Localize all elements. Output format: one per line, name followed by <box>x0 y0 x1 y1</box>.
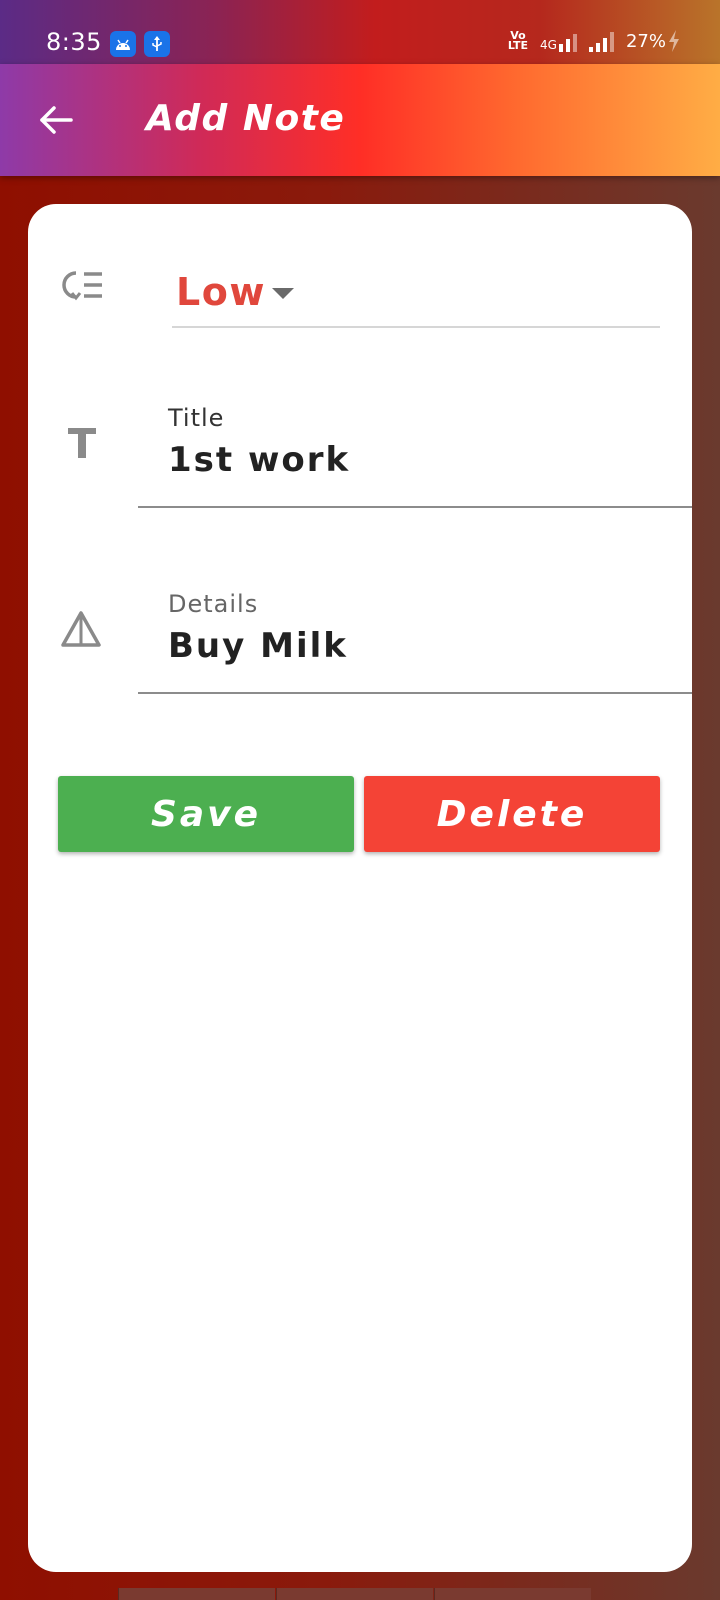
text-t-icon <box>66 426 98 464</box>
priority-selected-value: Low <box>176 270 266 314</box>
delete-button[interactable]: Delete <box>364 776 660 852</box>
details-input-value[interactable]: Buy Milk <box>168 626 348 666</box>
title-field-label: Title <box>168 404 225 432</box>
save-button[interactable]: Save <box>58 776 354 852</box>
volte-icon: Vo LTE <box>507 29 529 52</box>
status-indicators: Vo LTE 4G 27% <box>508 30 680 52</box>
nav-hint-segment <box>118 1588 275 1600</box>
signal-strength-icon <box>588 30 614 52</box>
nav-hint-segment <box>434 1588 591 1600</box>
priority-list-icon <box>62 270 104 306</box>
app-bar: Add Note <box>0 64 720 176</box>
status-bar: 8:35 Vo LTE 4G 27% <box>0 0 720 64</box>
details-field-label: Details <box>168 590 259 618</box>
battery-percent: 27% <box>625 30 666 52</box>
triangle-icon <box>60 610 102 652</box>
arrow-left-icon <box>40 106 73 134</box>
back-button[interactable] <box>30 94 82 146</box>
page-title: Add Note <box>146 98 346 139</box>
nav-hint-segment <box>276 1588 433 1600</box>
title-field[interactable]: Title 1st work <box>138 390 692 508</box>
charging-bolt-icon <box>669 30 679 52</box>
note-form-card: Low Title 1st work Details Buy Milk Save… <box>28 204 692 1572</box>
usb-notification-icon <box>144 31 170 57</box>
priority-dropdown[interactable]: Low <box>172 268 660 328</box>
status-time: 8:35 <box>46 28 102 56</box>
chevron-down-icon <box>272 288 294 299</box>
battery-indicator: 27% <box>626 30 680 52</box>
android-notification-icon <box>110 31 136 57</box>
details-field[interactable]: Details Buy Milk <box>138 576 692 694</box>
title-input-value[interactable]: 1st work <box>168 440 350 480</box>
mobile-data-signal-icon: 4G <box>540 30 577 52</box>
